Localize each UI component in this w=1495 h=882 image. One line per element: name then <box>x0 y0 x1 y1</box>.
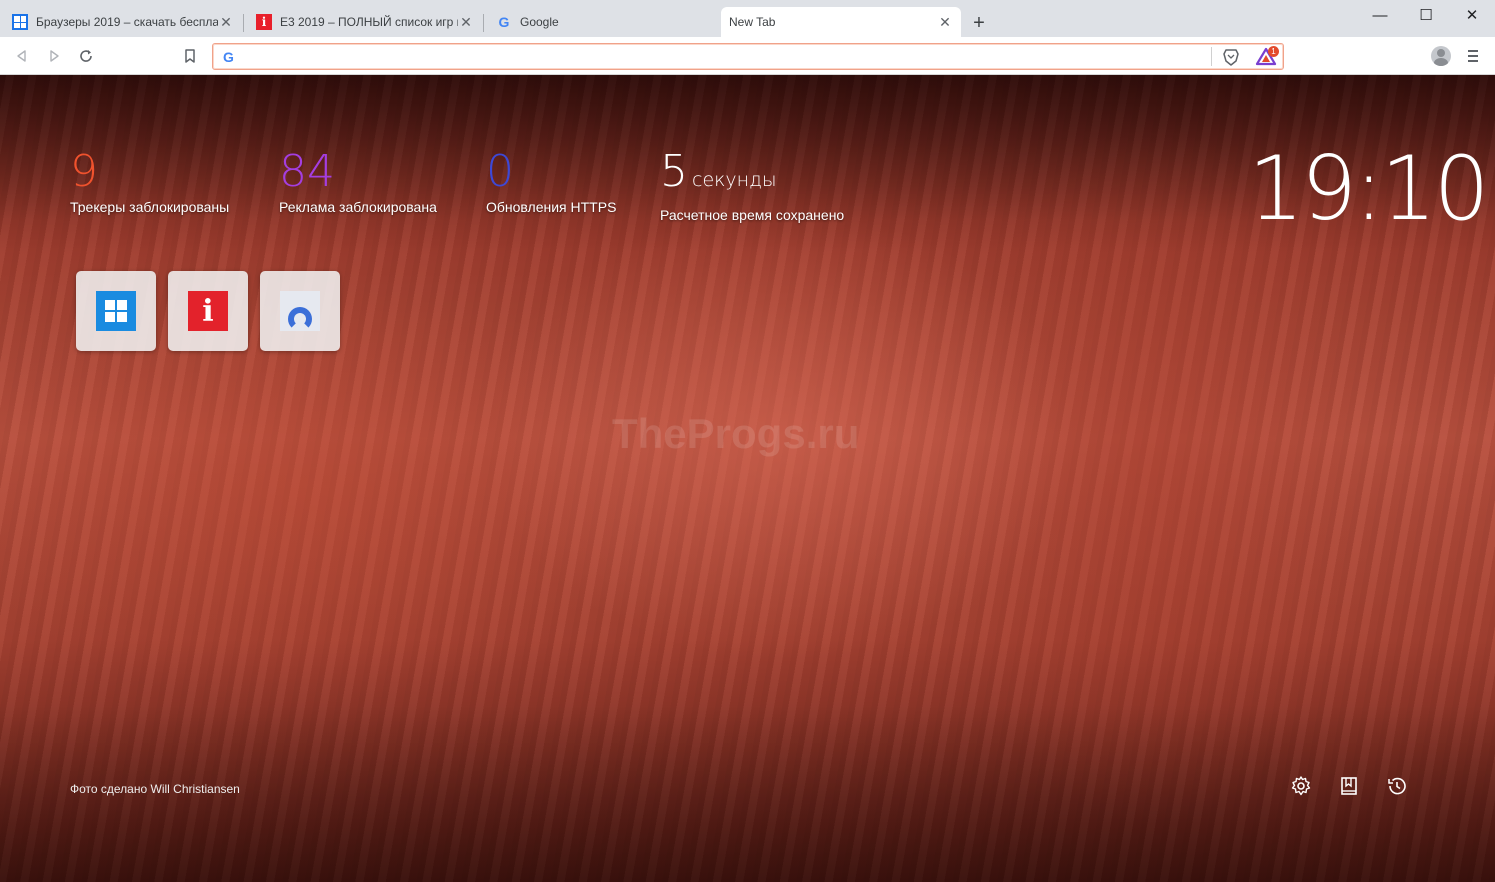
settings-button[interactable] <box>1290 775 1312 797</box>
omnibox-divider <box>1211 47 1212 66</box>
top-site-windows[interactable] <box>76 271 156 351</box>
tab-google[interactable]: G Google <box>484 7 720 37</box>
stat-trackers: 9 Трекеры заблокированы <box>70 146 230 216</box>
bookmarks-icon <box>1341 777 1357 795</box>
forward-button[interactable] <box>43 45 65 67</box>
menu-icon <box>1468 50 1478 52</box>
new-tab-button[interactable]: + <box>968 12 990 34</box>
google-icon: G <box>498 14 510 30</box>
reload-button[interactable] <box>75 45 97 67</box>
tab-title: E3 2019 – ПОЛНЫЙ список игр и <box>280 15 458 29</box>
tab-new-tab[interactable]: New Tab ✕ <box>721 7 961 37</box>
photo-credit: Фото сделано Will Christiansen <box>70 782 240 796</box>
clock: 19:10 <box>1248 137 1490 240</box>
close-icon[interactable]: ✕ <box>218 14 234 30</box>
windows-logo-icon <box>96 291 136 331</box>
bookmark-icon <box>185 49 195 63</box>
info-logo-icon: i <box>188 291 228 331</box>
stat-time-saved: 5 секунды Расчетное время сохранено <box>660 147 845 224</box>
gear-icon <box>1291 776 1311 796</box>
brave-shields-button[interactable] <box>1221 47 1241 67</box>
tab-strip: Браузеры 2019 – скачать бесплат ✕ i E3 2… <box>0 0 1495 37</box>
stat-trackers-value: 9 <box>70 146 98 197</box>
stat-trackers-label: Трекеры заблокированы <box>70 199 230 215</box>
main-menu-button[interactable] <box>1462 45 1484 67</box>
stat-ads: 84 Реклама заблокирована <box>279 146 437 216</box>
tab-title: Google <box>520 15 559 29</box>
address-bar[interactable]: G 1 <box>212 43 1284 70</box>
history-icon <box>1388 777 1406 795</box>
top-site-arc[interactable] <box>260 271 340 351</box>
tab-e3[interactable]: i E3 2019 – ПОЛНЫЙ список игр и ✕ <box>244 7 482 37</box>
stat-https: 0 Обновления HTTPS <box>486 146 617 216</box>
top-sites: i <box>76 271 340 351</box>
toolbar: G 1 <box>0 37 1495 75</box>
stat-time-value-row: 5 секунды <box>660 147 844 205</box>
stat-time-label: Расчетное время сохранено <box>660 207 845 223</box>
stat-https-value: 0 <box>486 146 514 197</box>
google-search-icon: G <box>223 49 234 65</box>
back-icon <box>17 50 26 62</box>
stat-https-label: Обновления HTTPS <box>486 199 617 215</box>
profile-avatar-button[interactable] <box>1431 46 1451 66</box>
new-tab-page: 9 Трекеры заблокированы 84 Реклама забло… <box>0 75 1495 882</box>
bottom-actions <box>1290 775 1408 797</box>
stat-time-unit: секунды <box>692 169 777 191</box>
arc-logo-icon <box>280 291 320 331</box>
stat-ads-label: Реклама заблокирована <box>279 199 437 215</box>
tab-title: New Tab <box>729 15 776 29</box>
bookmarks-button[interactable] <box>1338 775 1360 797</box>
info-site-icon: i <box>256 14 272 30</box>
maximize-button[interactable]: ☐ <box>1403 0 1449 30</box>
address-input[interactable] <box>245 47 1205 66</box>
top-site-info[interactable]: i <box>168 271 248 351</box>
tab-title: Браузеры 2019 – скачать бесплат <box>36 15 218 29</box>
brave-lion-icon <box>1223 49 1239 66</box>
plus-icon: + <box>973 11 985 34</box>
tab-browsers[interactable]: Браузеры 2019 – скачать бесплат ✕ <box>0 7 242 37</box>
history-button[interactable] <box>1386 775 1408 797</box>
watermark: TheProgs.ru <box>612 410 860 457</box>
reload-icon <box>80 50 92 62</box>
bookmark-button[interactable] <box>179 45 201 67</box>
rewards-badge: 1 <box>1268 46 1279 57</box>
close-icon[interactable]: ✕ <box>937 14 953 30</box>
close-icon[interactable]: ✕ <box>458 14 474 30</box>
close-window-button[interactable]: ✕ <box>1449 0 1495 30</box>
windows-icon <box>12 14 28 30</box>
minimize-button[interactable]: — <box>1357 0 1403 30</box>
brave-rewards-button[interactable]: 1 <box>1255 46 1279 68</box>
back-button[interactable] <box>11 45 33 67</box>
stat-time-value: 5 <box>660 146 688 197</box>
forward-icon <box>50 50 59 62</box>
stat-ads-value: 84 <box>279 146 335 197</box>
